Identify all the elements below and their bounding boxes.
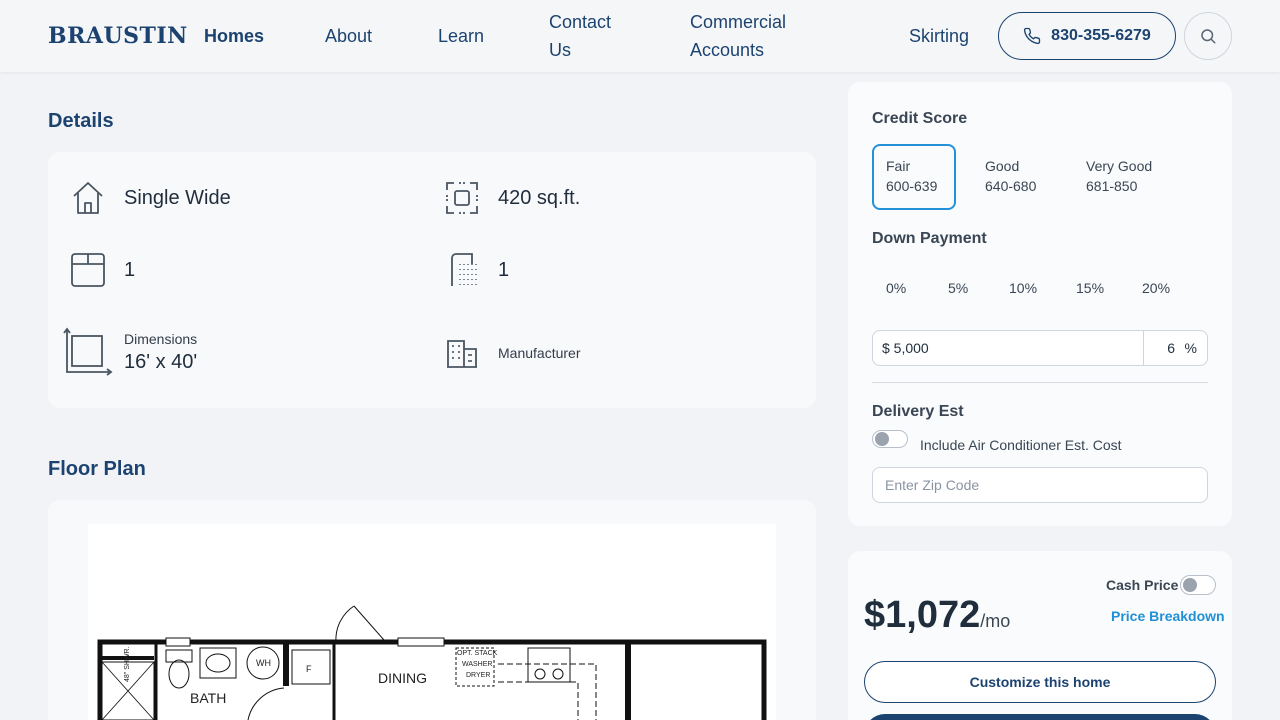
down-payment-5-percent[interactable]: 5% (948, 280, 968, 296)
nav-skirting[interactable]: Skirting (909, 22, 969, 50)
down-payment-percent-input[interactable]: 6 (1167, 340, 1175, 356)
floor-plan-heading: Floor Plan (48, 458, 146, 480)
credit-score-fair[interactable]: Fair 600-639 (872, 144, 956, 210)
plan-label-furnace: F (306, 664, 312, 674)
plan-label-washer: WASHER (462, 661, 493, 668)
nav-homes[interactable]: Homes (204, 22, 264, 50)
square-feet-value: 420 sq.ft. (498, 187, 581, 209)
plan-label-opt-stack: OPT. STACK (457, 650, 498, 657)
nav-contact-line-2: Us (549, 40, 571, 60)
building-icon (447, 340, 477, 368)
phone-button[interactable]: 830-355-6279 (998, 12, 1176, 60)
braustin-logo[interactable]: BRAUSTIN (48, 23, 188, 49)
calculator-divider (872, 382, 1208, 383)
down-payment-20-percent[interactable]: 20% (1142, 280, 1170, 296)
site-header: BRAUSTIN Homes About Learn Contact Us Co… (0, 0, 1280, 72)
credit-score-label: Credit Score (872, 110, 968, 127)
zip-code-input[interactable] (872, 467, 1208, 503)
plan-label-water-heater: WH (256, 658, 271, 668)
nav-contact-us[interactable]: Contact Us (549, 8, 611, 64)
bedrooms-value: 1 (124, 259, 136, 281)
price-breakdown-link[interactable]: Price Breakdown (1111, 608, 1225, 624)
phone-icon (1024, 27, 1041, 45)
credit-score-good-name: Good (985, 158, 1020, 174)
down-payment-input-group: $ 5,000 6 % (872, 330, 1208, 366)
area-icon (446, 182, 478, 214)
phone-number: 830-355-6279 (1051, 27, 1151, 44)
customize-home-button[interactable]: Customize this home (864, 661, 1216, 703)
percent-sign: % (1184, 340, 1197, 356)
monthly-price-value: $1,072 (864, 594, 981, 636)
down-payment-amount-input[interactable]: $ 5,000 (882, 340, 929, 356)
primary-action-button[interactable] (864, 714, 1216, 720)
down-payment-label: Down Payment (872, 230, 987, 247)
air-conditioner-toggle-knob (875, 432, 889, 446)
home-type-value: Single Wide (124, 187, 231, 209)
credit-score-good-range: 640-680 (985, 178, 1037, 194)
bed-icon (71, 253, 105, 287)
plan-label-bath: BATH (190, 690, 227, 706)
plan-label-dryer: DRYER (466, 672, 491, 679)
plan-label-shower: 48" SHWR. (124, 646, 131, 682)
dimensions-icon (63, 327, 113, 376)
nav-about[interactable]: About (325, 22, 372, 50)
credit-score-very-good[interactable]: Very Good 681-850 (1073, 144, 1177, 210)
down-payment-15-percent[interactable]: 15% (1076, 280, 1104, 296)
manufacturer-label: Manufacturer (498, 345, 581, 361)
cash-price-toggle-knob (1183, 578, 1197, 592)
air-conditioner-toggle[interactable] (872, 430, 908, 448)
monthly-price-suffix: /mo (980, 611, 1011, 631)
cash-price-label: Cash Price (1106, 577, 1179, 593)
credit-score-fair-name: Fair (886, 158, 911, 174)
air-conditioner-label: Include Air Conditioner Est. Cost (920, 437, 1122, 453)
cash-price-toggle[interactable] (1180, 575, 1216, 595)
nav-commercial-line-1: Commercial (690, 12, 787, 32)
credit-score-very-good-range: 681-850 (1086, 178, 1138, 194)
search-icon (1201, 29, 1216, 44)
credit-score-fair-range: 600-639 (886, 178, 938, 194)
nav-commercial-line-2: Accounts (690, 40, 765, 60)
down-payment-divider (1143, 331, 1144, 365)
nav-commercial-accounts[interactable]: Commercial Accounts (690, 8, 786, 64)
dimensions-label: Dimensions (124, 331, 198, 347)
down-payment-10-percent[interactable]: 10% (1009, 280, 1037, 296)
plan-label-dining: DINING (378, 670, 427, 686)
dimensions-value: 16' x 40' (124, 351, 198, 373)
down-payment-0-percent[interactable]: 0% (886, 280, 906, 296)
floor-plan-image[interactable]: DINING BATH WH F OPT. STACK WASHER DRYER… (88, 524, 776, 720)
nav-contact-line-1: Contact (549, 12, 612, 32)
bathrooms-value: 1 (498, 259, 510, 281)
monthly-price: $1,072/mo (864, 594, 1010, 637)
search-button[interactable] (1184, 12, 1232, 60)
shower-icon (451, 253, 477, 286)
credit-score-good[interactable]: Good 640-680 (972, 144, 1062, 210)
nav-learn[interactable]: Learn (438, 22, 484, 50)
credit-score-very-good-name: Very Good (1086, 158, 1153, 174)
details-heading: Details (48, 110, 114, 132)
delivery-est-label: Delivery Est (872, 403, 964, 420)
house-icon (73, 182, 103, 214)
